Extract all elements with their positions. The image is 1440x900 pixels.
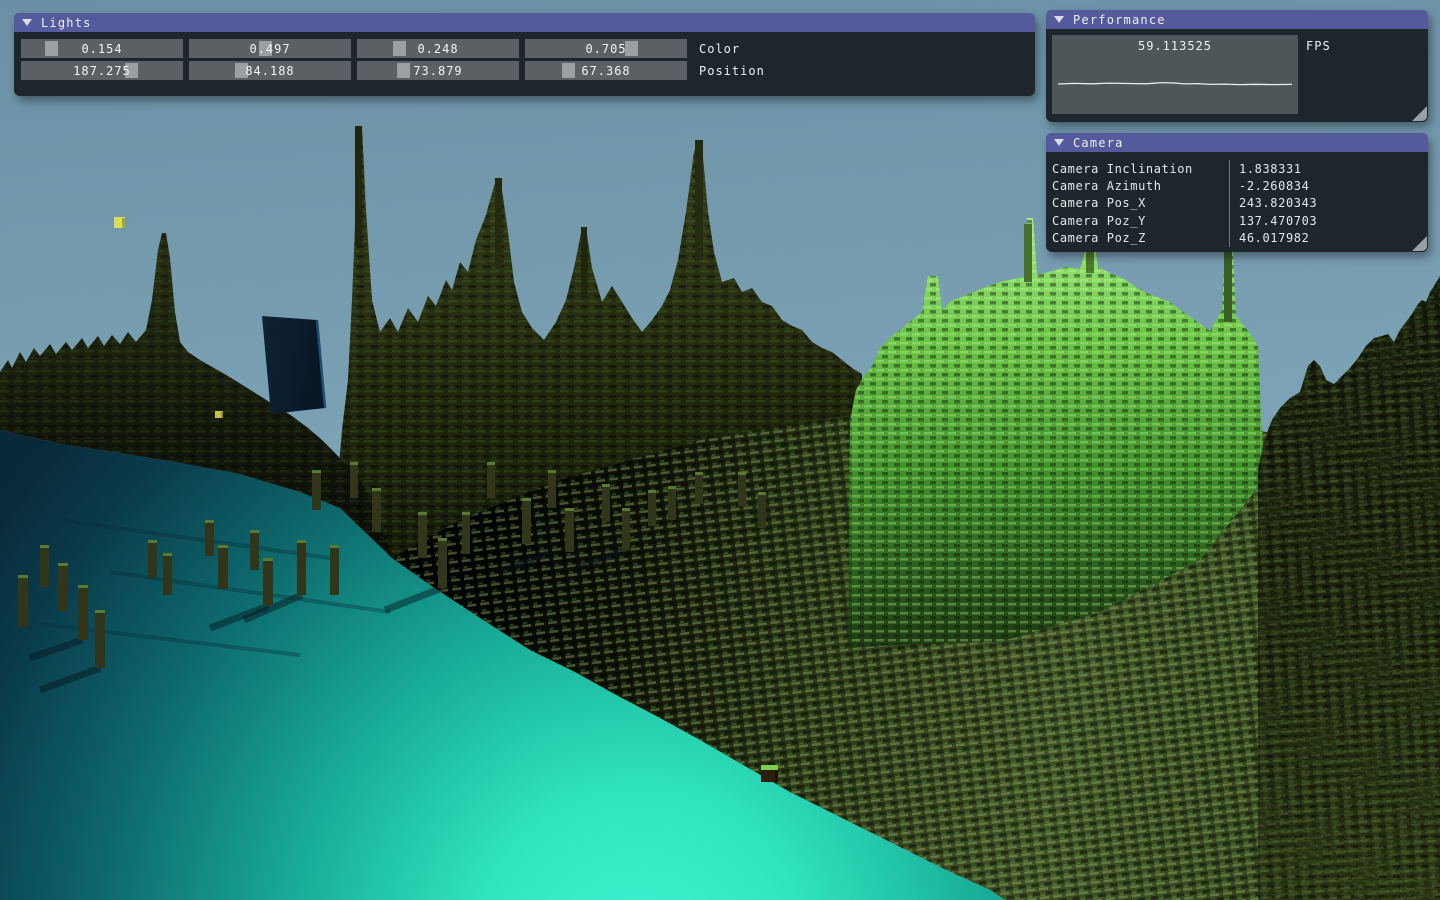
lights-panel-header[interactable]: Lights (14, 13, 1035, 32)
fps-value: 59.113525 (1052, 39, 1298, 53)
camera-row-value: 137.470703 (1229, 212, 1428, 229)
camera-panel: Camera Camera Inclination 1.838331 Camer… (1046, 133, 1428, 252)
slider-row-label-position: Position (699, 64, 765, 78)
performance-panel: Performance 59.113525 FPS (1046, 10, 1428, 122)
dark-slab (262, 316, 325, 414)
camera-panel-header[interactable]: Camera (1046, 133, 1428, 152)
camera-row-label: Camera Azimuth (1052, 177, 1229, 194)
panel-title: Camera (1073, 136, 1124, 150)
camera-row-value: 243.820343 (1229, 195, 1428, 212)
slider-color-2[interactable]: 0.248 (357, 39, 519, 58)
camera-row-label: Camera Pos_X (1052, 195, 1229, 212)
light-marker-cube-small (215, 411, 223, 418)
slider-position-0[interactable]: 187.275 (21, 61, 183, 80)
camera-row: Camera Poz_Z 46.017982 (1052, 230, 1428, 247)
camera-row: Camera Poz_Y 137.470703 (1052, 212, 1428, 229)
camera-row-label: Camera Poz_Z (1052, 230, 1229, 247)
lights-panel: Lights 0.154 0.497 0.248 0.705 (14, 13, 1035, 96)
collapse-triangle-icon[interactable] (1054, 16, 1064, 23)
resize-grip[interactable] (1412, 106, 1427, 121)
slider-value: 73.879 (357, 61, 519, 80)
panel-title: Lights (41, 16, 92, 30)
slider-color-1[interactable]: 0.497 (189, 39, 351, 58)
collapse-triangle-icon[interactable] (22, 19, 32, 26)
slider-value: 67.368 (525, 61, 687, 80)
camera-row: Camera Azimuth -2.260834 (1052, 177, 1428, 194)
slider-color-3[interactable]: 0.705 (525, 39, 687, 58)
performance-panel-header[interactable]: Performance (1046, 10, 1428, 29)
floating-voxel-cube (761, 765, 778, 782)
slider-value: 0.248 (357, 39, 519, 58)
slider-color-0[interactable]: 0.154 (21, 39, 183, 58)
collapse-triangle-icon[interactable] (1054, 139, 1064, 146)
slider-position-1[interactable]: 84.188 (189, 61, 351, 80)
camera-row-label: Camera Inclination (1052, 160, 1229, 177)
fps-label: FPS (1306, 39, 1331, 53)
slider-position-3[interactable]: 67.368 (525, 61, 687, 80)
camera-row-value: -2.260834 (1229, 177, 1428, 194)
camera-row: Camera Inclination 1.838331 (1052, 160, 1428, 177)
camera-row-value: 46.017982 (1229, 230, 1428, 247)
slider-position-2[interactable]: 73.879 (357, 61, 519, 80)
light-marker-cube (114, 217, 125, 228)
panel-title: Performance (1073, 13, 1166, 27)
fps-graph: 59.113525 (1052, 35, 1298, 114)
slider-value: 84.188 (189, 61, 351, 80)
camera-row: Camera Pos_X 243.820343 (1052, 195, 1428, 212)
camera-row-value: 1.838331 (1229, 160, 1428, 177)
slider-value: 0.705 (525, 39, 687, 58)
app-window: Lights 0.154 0.497 0.248 0.705 (0, 0, 1440, 900)
slider-value: 0.154 (21, 39, 183, 58)
camera-row-label: Camera Poz_Y (1052, 212, 1229, 229)
slider-value: 0.497 (189, 39, 351, 58)
slider-value: 187.275 (21, 61, 183, 80)
slider-row-label-color: Color (699, 42, 740, 56)
